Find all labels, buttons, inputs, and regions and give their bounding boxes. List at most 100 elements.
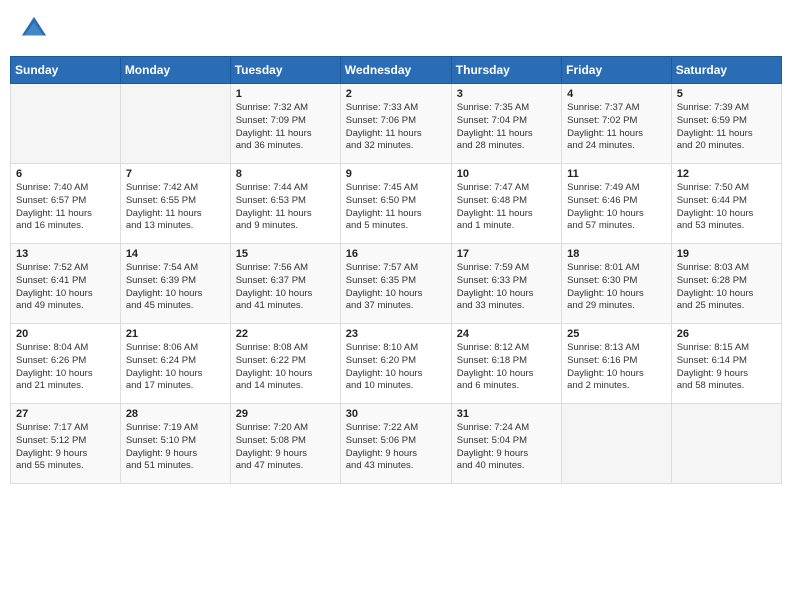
day-number: 17 [457,248,556,260]
day-number: 19 [677,248,776,260]
day-detail: Sunrise: 7:20 AM Sunset: 5:08 PM Dayligh… [236,422,335,473]
day-detail: Sunrise: 7:37 AM Sunset: 7:02 PM Dayligh… [567,102,666,153]
day-number: 26 [677,328,776,340]
weekday-header-sunday: Sunday [11,57,121,84]
calendar-table: SundayMondayTuesdayWednesdayThursdayFrid… [10,56,782,484]
day-number: 23 [346,328,446,340]
day-detail: Sunrise: 7:57 AM Sunset: 6:35 PM Dayligh… [346,262,446,313]
day-number: 13 [16,248,115,260]
calendar-cell: 12Sunrise: 7:50 AM Sunset: 6:44 PM Dayli… [671,164,781,244]
day-number: 3 [457,88,556,100]
calendar-cell [11,84,121,164]
day-number: 20 [16,328,115,340]
day-detail: Sunrise: 7:50 AM Sunset: 6:44 PM Dayligh… [677,182,776,233]
calendar-cell: 10 Sunrise: 7:47 AM Sunset: 6:48 PM Dayli… [451,164,561,244]
weekday-header-friday: Friday [562,57,672,84]
day-number: 8 [236,168,335,180]
logo [20,15,52,43]
day-number: 14 [126,248,225,260]
day-detail: Sunrise: 7:54 AM Sunset: 6:39 PM Dayligh… [126,262,225,313]
day-detail: Sunrise: 7:35 AM Sunset: 7:04 PM Dayligh… [457,102,556,153]
day-detail: Sunrise: 7:40 AM Sunset: 6:57 PM Dayligh… [16,182,115,233]
calendar-cell: 7Sunrise: 7:42 AM Sunset: 6:55 PM Daylig… [120,164,230,244]
day-detail: Sunrise: 8:04 AM Sunset: 6:26 PM Dayligh… [16,342,115,393]
day-number: 2 [346,88,446,100]
calendar-cell: 27 Sunrise: 7:17 AM Sunset: 5:12 PM Dayli… [11,404,121,484]
calendar-cell: 13 Sunrise: 7:52 AM Sunset: 6:41 PM Dayli… [11,244,121,324]
day-detail: Sunrise: 8:12 AM Sunset: 6:18 PM Dayligh… [457,342,556,393]
calendar-cell: 2 Sunrise: 7:33 AM Sunset: 7:06 PM Daylig… [340,84,451,164]
calendar-cell: 1 Sunrise: 7:32 AM Sunset: 7:09 PM Daylig… [230,84,340,164]
weekday-header-saturday: Saturday [671,57,781,84]
day-detail: Sunrise: 7:59 AM Sunset: 6:33 PM Dayligh… [457,262,556,313]
day-detail: Sunrise: 7:24 AM Sunset: 5:04 PM Dayligh… [457,422,556,473]
day-number: 24 [457,328,556,340]
calendar-cell: 8 Sunrise: 7:44 AM Sunset: 6:53 PM Daylig… [230,164,340,244]
calendar-cell: 30 Sunrise: 7:22 AM Sunset: 5:06 PM Dayli… [340,404,451,484]
day-detail: Sunrise: 7:33 AM Sunset: 7:06 PM Dayligh… [346,102,446,153]
day-detail: Sunrise: 7:22 AM Sunset: 5:06 PM Dayligh… [346,422,446,473]
calendar-cell: 17 Sunrise: 7:59 AM Sunset: 6:33 PM Dayli… [451,244,561,324]
day-detail: Sunrise: 8:03 AM Sunset: 6:28 PM Dayligh… [677,262,776,313]
day-detail: Sunrise: 7:49 AM Sunset: 6:46 PM Dayligh… [567,182,666,233]
page-header [10,10,782,48]
day-number: 10 [457,168,556,180]
day-number: 11 [567,168,666,180]
calendar-cell [562,404,672,484]
week-row-5: 27 Sunrise: 7:17 AM Sunset: 5:12 PM Dayli… [11,404,782,484]
calendar-cell: 18Sunrise: 8:01 AM Sunset: 6:30 PM Dayli… [562,244,672,324]
calendar-cell: 29 Sunrise: 7:20 AM Sunset: 5:08 PM Dayli… [230,404,340,484]
weekday-header-row: SundayMondayTuesdayWednesdayThursdayFrid… [11,57,782,84]
day-number: 7 [126,168,225,180]
day-number: 15 [236,248,335,260]
calendar-cell: 21Sunrise: 8:06 AM Sunset: 6:24 PM Dayli… [120,324,230,404]
day-number: 29 [236,408,335,420]
week-row-2: 6 Sunrise: 7:40 AM Sunset: 6:57 PM Daylig… [11,164,782,244]
week-row-4: 20 Sunrise: 8:04 AM Sunset: 6:26 PM Dayli… [11,324,782,404]
day-number: 27 [16,408,115,420]
day-detail: Sunrise: 7:52 AM Sunset: 6:41 PM Dayligh… [16,262,115,313]
calendar-cell: 20 Sunrise: 8:04 AM Sunset: 6:26 PM Dayli… [11,324,121,404]
day-number: 4 [567,88,666,100]
day-detail: Sunrise: 7:45 AM Sunset: 6:50 PM Dayligh… [346,182,446,233]
day-number: 31 [457,408,556,420]
calendar-cell: 24 Sunrise: 8:12 AM Sunset: 6:18 PM Dayli… [451,324,561,404]
week-row-3: 13 Sunrise: 7:52 AM Sunset: 6:41 PM Dayli… [11,244,782,324]
day-detail: Sunrise: 7:47 AM Sunset: 6:48 PM Dayligh… [457,182,556,233]
day-number: 21 [126,328,225,340]
day-number: 1 [236,88,335,100]
day-detail: Sunrise: 8:01 AM Sunset: 6:30 PM Dayligh… [567,262,666,313]
weekday-header-thursday: Thursday [451,57,561,84]
calendar-cell: 11 Sunrise: 7:49 AM Sunset: 6:46 PM Dayli… [562,164,672,244]
day-detail: Sunrise: 7:44 AM Sunset: 6:53 PM Dayligh… [236,182,335,233]
day-detail: Sunrise: 8:10 AM Sunset: 6:20 PM Dayligh… [346,342,446,393]
calendar-cell: 25Sunrise: 8:13 AM Sunset: 6:16 PM Dayli… [562,324,672,404]
day-number: 30 [346,408,446,420]
calendar-cell: 23 Sunrise: 8:10 AM Sunset: 6:20 PM Dayli… [340,324,451,404]
day-number: 5 [677,88,776,100]
day-detail: Sunrise: 7:17 AM Sunset: 5:12 PM Dayligh… [16,422,115,473]
logo-icon [20,15,48,43]
day-detail: Sunrise: 7:32 AM Sunset: 7:09 PM Dayligh… [236,102,335,153]
calendar-cell: 15 Sunrise: 7:56 AM Sunset: 6:37 PM Dayli… [230,244,340,324]
calendar-cell: 19 Sunrise: 8:03 AM Sunset: 6:28 PM Dayli… [671,244,781,324]
calendar-cell: 28Sunrise: 7:19 AM Sunset: 5:10 PM Dayli… [120,404,230,484]
day-detail: Sunrise: 8:08 AM Sunset: 6:22 PM Dayligh… [236,342,335,393]
calendar-cell: 9 Sunrise: 7:45 AM Sunset: 6:50 PM Daylig… [340,164,451,244]
calendar-cell [120,84,230,164]
calendar-cell: 5Sunrise: 7:39 AM Sunset: 6:59 PM Daylig… [671,84,781,164]
day-number: 25 [567,328,666,340]
day-number: 28 [126,408,225,420]
weekday-header-wednesday: Wednesday [340,57,451,84]
weekday-header-monday: Monday [120,57,230,84]
weekday-header-tuesday: Tuesday [230,57,340,84]
day-number: 16 [346,248,446,260]
calendar-cell [671,404,781,484]
calendar-cell: 14 Sunrise: 7:54 AM Sunset: 6:39 PM Dayli… [120,244,230,324]
calendar-cell: 26 Sunrise: 8:15 AM Sunset: 6:14 PM Dayli… [671,324,781,404]
day-number: 6 [16,168,115,180]
day-number: 9 [346,168,446,180]
day-detail: Sunrise: 8:15 AM Sunset: 6:14 PM Dayligh… [677,342,776,393]
calendar-cell: 31 Sunrise: 7:24 AM Sunset: 5:04 PM Dayli… [451,404,561,484]
day-detail: Sunrise: 7:56 AM Sunset: 6:37 PM Dayligh… [236,262,335,313]
